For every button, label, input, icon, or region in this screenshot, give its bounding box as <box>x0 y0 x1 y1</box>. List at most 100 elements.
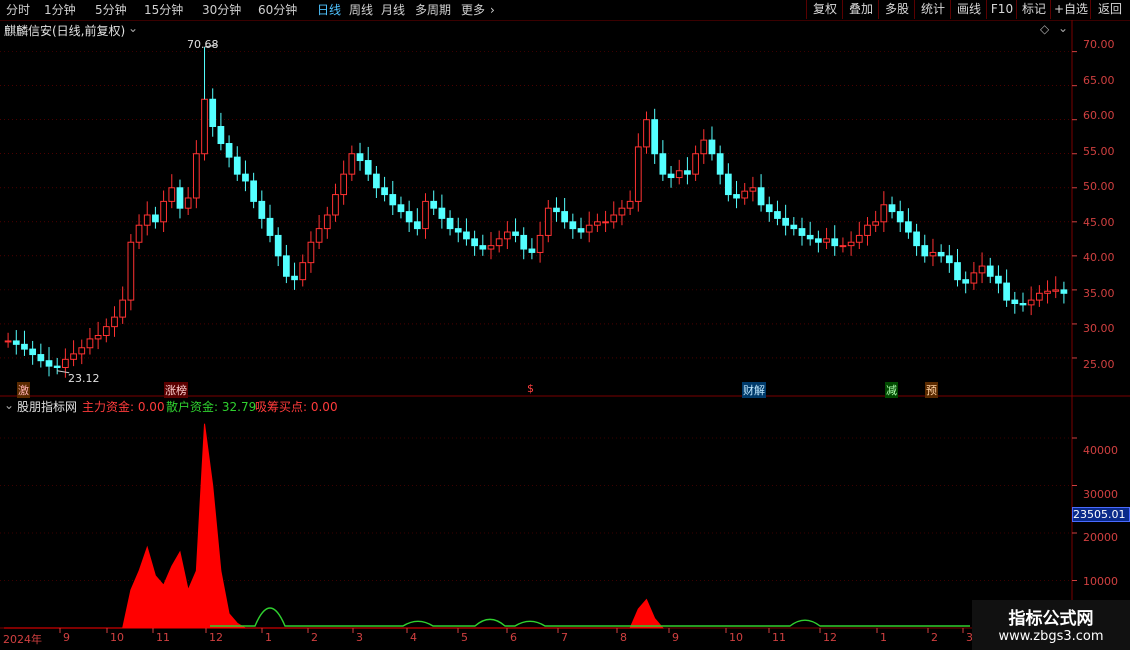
candle-body <box>225 143 233 158</box>
f10-button[interactable]: F10 <box>986 0 1017 19</box>
x-axis-label: 3 <box>356 631 363 644</box>
period-5min[interactable]: 5分钟 <box>95 2 127 18</box>
candle-body <box>602 221 609 224</box>
candle-body <box>585 224 593 233</box>
candle-body <box>86 338 94 349</box>
event-tag[interactable]: 激 <box>17 382 30 398</box>
period-60min[interactable]: 60分钟 <box>258 2 297 18</box>
period-fenshi[interactable]: 分时 <box>6 2 30 18</box>
candle-body <box>217 126 225 145</box>
candle-body <box>536 234 544 253</box>
candle-body <box>945 255 953 264</box>
candle-body <box>806 234 814 240</box>
candle-body <box>765 204 773 213</box>
more-chevron-icon[interactable]: › <box>490 2 495 18</box>
indicator-name[interactable]: 股朋指标网 <box>17 398 77 415</box>
overlay-button[interactable]: 叠加 <box>842 0 879 19</box>
period-1min[interactable]: 1分钟 <box>44 2 76 18</box>
event-tag[interactable]: 财解 <box>742 382 766 398</box>
candle-body <box>872 221 880 226</box>
indicator-axis-label: 20000 <box>1083 531 1118 544</box>
stock-title: 麒麟信安(日线,前复权) <box>4 24 126 38</box>
x-axis-label: 1 <box>265 631 272 644</box>
candle-body <box>594 221 601 226</box>
period-30min[interactable]: 30分钟 <box>202 2 241 18</box>
candle-body <box>749 187 757 192</box>
candle-body <box>291 275 298 281</box>
candle-body <box>1044 290 1051 294</box>
candle-body <box>266 217 274 236</box>
candle-body <box>651 119 659 155</box>
candle-body <box>855 234 863 243</box>
diamond-icon[interactable]: ◇ <box>1040 22 1049 36</box>
period-15min[interactable]: 15分钟 <box>144 2 183 18</box>
x-axis-label: 10 <box>110 631 124 644</box>
candle-body <box>561 211 569 223</box>
candle-body <box>487 245 495 250</box>
candle-body <box>111 316 118 328</box>
candle-body <box>577 228 585 233</box>
candle-body <box>21 343 28 350</box>
price-axis-label: 45.00 <box>1083 216 1115 229</box>
title-dropdown-icon[interactable]: ⌄ <box>128 21 138 35</box>
x-axis-label: 2024年 <box>3 633 42 646</box>
statistics-button[interactable]: 统计 <box>914 0 951 19</box>
price-axis-label: 30.00 <box>1083 322 1115 335</box>
candle-body <box>135 224 143 243</box>
candle-body <box>986 265 994 277</box>
candle-body <box>446 217 454 230</box>
watermark-title: 指标公式网 <box>1008 609 1094 629</box>
multi-stock-button[interactable]: 多股 <box>878 0 915 19</box>
event-tag[interactable]: 涨榜 <box>164 382 188 398</box>
x-axis-label: 2 <box>931 631 938 644</box>
candle-body <box>1035 292 1043 301</box>
event-tag[interactable]: $ <box>526 382 535 395</box>
period-monthly[interactable]: 月线 <box>381 2 405 18</box>
candle-body <box>94 334 102 340</box>
x-axis-label: 10 <box>729 631 743 644</box>
price-axis-label: 50.00 <box>1083 180 1115 193</box>
candle-body <box>528 248 536 253</box>
candle-body <box>299 262 307 281</box>
add-watchlist-button[interactable]: +自选 <box>1050 0 1091 19</box>
candle-body <box>70 353 77 360</box>
candle-body <box>888 204 896 213</box>
back-button[interactable]: 返回 <box>1090 0 1129 19</box>
candle-body <box>757 187 765 206</box>
mark-button[interactable]: 标记 <box>1016 0 1051 19</box>
candle-body <box>250 180 257 202</box>
chart-dropdown-icon[interactable]: ⌄ <box>1058 21 1068 35</box>
candle-body <box>962 279 970 284</box>
candle-body <box>78 347 86 355</box>
indicator-axis-label: 40000 <box>1083 444 1118 457</box>
period-weekly[interactable]: 周线 <box>349 2 373 18</box>
candle-body <box>643 119 650 148</box>
candle-body <box>364 160 372 175</box>
period-toolbar: 分时 1分钟 5分钟 15分钟 30分钟 60分钟 日线 周线 月线 多周期 更… <box>0 0 1130 21</box>
candle-body <box>495 238 503 247</box>
candle-body <box>1011 299 1019 305</box>
watermark: 指标公式网 www.zbgs3.com <box>972 600 1130 650</box>
candle-body <box>692 153 699 175</box>
candle-body <box>1052 289 1060 292</box>
cursor-value-badge: 23505.01 <box>1072 507 1130 522</box>
restore-rights-button[interactable]: 复权 <box>806 0 843 19</box>
price-axis-label: 65.00 <box>1083 74 1115 87</box>
candle-body <box>790 224 798 230</box>
price-axis-label: 70.00 <box>1083 38 1115 51</box>
event-tag[interactable]: 预 <box>925 382 938 398</box>
draw-line-button[interactable]: 画线 <box>950 0 987 19</box>
retail-fund-value: 散户资金: 32.79 <box>166 400 257 414</box>
main-fund-area <box>4 423 664 629</box>
period-multi[interactable]: 多周期 <box>415 2 451 18</box>
candle-body <box>4 340 12 343</box>
candle-body <box>675 170 683 179</box>
price-axis-label: 60.00 <box>1083 109 1115 122</box>
chart-canvas[interactable] <box>0 20 1130 650</box>
indicator-dropdown-icon[interactable]: ⌄ <box>4 398 14 412</box>
period-more[interactable]: 更多 <box>461 2 485 18</box>
event-tag[interactable]: 减 <box>885 382 898 398</box>
period-daily[interactable]: 日线 <box>317 2 341 18</box>
candle-body <box>332 194 339 216</box>
candle-body <box>307 241 315 264</box>
